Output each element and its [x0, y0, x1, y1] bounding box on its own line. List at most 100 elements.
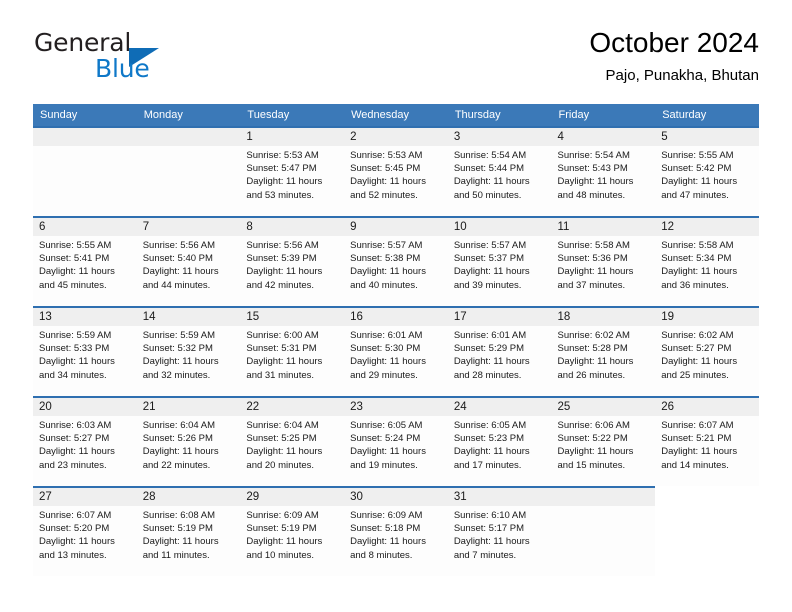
sunset-text: Sunset: 5:23 PM	[453, 433, 525, 445]
sunset-text: Sunset: 5:37 PM	[453, 253, 525, 265]
calendar-day-cell[interactable]: 10 Sunrise: 5:57 AM Sunset: 5:37 PM Dayligh…	[447, 216, 552, 306]
day-details: Sunrise: 5:53 AM Sunset: 5:45 PM Daylight:…	[344, 146, 448, 202]
calendar-day-cell[interactable]: 19 Sunrise: 6:02 AM Sunset: 5:27 PM Dayligh…	[655, 306, 759, 396]
day-details: Sunrise: 6:05 AM Sunset: 5:24 PM Daylight:…	[344, 416, 448, 472]
daylight-text: Daylight: 11 hours and 26 minutes.	[557, 356, 634, 381]
calendar-day-cell[interactable]: 3 Sunrise: 5:54 AM Sunset: 5:44 PM Daylight…	[447, 126, 552, 216]
calendar-day-cell[interactable]: 31 Sunrise: 6:10 AM Sunset: 5:17 PM Dayligh…	[447, 486, 552, 576]
calendar-day-cell[interactable]: 26 Sunrise: 6:07 AM Sunset: 5:21 PM Dayligh…	[655, 396, 759, 486]
day-details: Sunrise: 6:10 AM Sunset: 5:17 PM Daylight:…	[448, 506, 552, 562]
sunset-text: Sunset: 5:42 PM	[661, 163, 732, 175]
calendar-day-cell[interactable]: 24 Sunrise: 6:05 AM Sunset: 5:23 PM Dayligh…	[447, 396, 552, 486]
day-number-band	[551, 488, 656, 506]
day-number: 12	[661, 221, 675, 233]
day-details: Sunrise: 5:56 AM Sunset: 5:40 PM Daylight:…	[137, 236, 241, 292]
calendar-day-cell[interactable]: 28 Sunrise: 6:08 AM Sunset: 5:19 PM Dayligh…	[136, 486, 241, 576]
day-details: Sunrise: 6:09 AM Sunset: 5:18 PM Daylight:…	[344, 506, 448, 562]
day-number: 28	[142, 491, 156, 503]
sunrise-text: Sunrise: 6:09 AM	[350, 510, 423, 521]
daylight-text: Daylight: 11 hours and 44 minutes.	[142, 266, 219, 291]
calendar-day-cell[interactable]: 8 Sunrise: 5:56 AM Sunset: 5:39 PM Daylight…	[240, 216, 345, 306]
calendar-day-cell[interactable]: 5 Sunrise: 5:55 AM Sunset: 5:42 PM Daylight…	[655, 126, 759, 216]
day-number: 23	[350, 401, 363, 413]
calendar-week-row: 1 Sunrise: 5:53 AM Sunset: 5:47 PM Daylight…	[33, 126, 759, 216]
day-number: 16	[350, 311, 363, 323]
day-details: Sunrise: 5:58 AM Sunset: 5:36 PM Daylight:…	[552, 236, 656, 292]
day-number: 18	[557, 311, 571, 323]
calendar-day-cell[interactable]: 1 Sunrise: 5:53 AM Sunset: 5:47 PM Daylight…	[240, 126, 345, 216]
sunset-text: Sunset: 5:17 PM	[453, 523, 525, 535]
calendar-day-cell[interactable]: 15 Sunrise: 6:00 AM Sunset: 5:31 PM Dayligh…	[240, 306, 345, 396]
day-details: Sunrise: 6:09 AM Sunset: 5:19 PM Daylight:…	[240, 506, 344, 562]
day-number: 31	[453, 491, 467, 503]
sunrise-text: Sunrise: 6:01 AM	[350, 330, 423, 341]
sunrise-text: Sunrise: 6:04 AM	[142, 420, 216, 431]
calendar-empty-cell	[655, 486, 759, 576]
sunset-text: Sunset: 5:27 PM	[39, 433, 110, 445]
page-header: General Blue October 2024 Pajo, Punakha,…	[33, 27, 759, 100]
calendar-day-cell[interactable]: 12 Sunrise: 5:58 AM Sunset: 5:34 PM Dayligh…	[655, 216, 759, 306]
weekday-header-tuesday: Tuesday	[247, 109, 290, 121]
day-number: 20	[39, 401, 52, 413]
day-details: Sunrise: 6:02 AM Sunset: 5:28 PM Daylight:…	[552, 326, 656, 382]
daylight-text: Daylight: 11 hours and 19 minutes.	[350, 446, 426, 471]
sunset-text: Sunset: 5:30 PM	[350, 343, 421, 355]
calendar-grid: Sunday Monday Tuesday Wednesday Thursday…	[33, 104, 759, 576]
sunrise-text: Sunrise: 6:06 AM	[557, 420, 630, 431]
calendar-day-cell[interactable]: 29 Sunrise: 6:09 AM Sunset: 5:19 PM Dayligh…	[240, 486, 345, 576]
daylight-text: Daylight: 11 hours and 40 minutes.	[350, 266, 426, 291]
day-details: Sunrise: 6:05 AM Sunset: 5:23 PM Daylight:…	[448, 416, 552, 472]
sunset-text: Sunset: 5:19 PM	[246, 523, 317, 535]
calendar-day-cell[interactable]: 21 Sunrise: 6:04 AM Sunset: 5:26 PM Dayligh…	[136, 396, 241, 486]
day-number: 30	[350, 491, 363, 503]
sunrise-text: Sunrise: 5:56 AM	[246, 240, 319, 251]
day-details: Sunrise: 6:00 AM Sunset: 5:31 PM Daylight:…	[240, 326, 344, 382]
calendar-day-cell[interactable]: 20 Sunrise: 6:03 AM Sunset: 5:27 PM Dayligh…	[33, 396, 137, 486]
day-details: Sunrise: 5:57 AM Sunset: 5:37 PM Daylight:…	[448, 236, 552, 292]
day-details: Sunrise: 6:01 AM Sunset: 5:29 PM Daylight:…	[448, 326, 552, 382]
sunset-text: Sunset: 5:29 PM	[453, 343, 525, 355]
sunrise-text: Sunrise: 5:59 AM	[39, 330, 112, 341]
daylight-text: Daylight: 11 hours and 15 minutes.	[557, 446, 634, 471]
daylight-text: Daylight: 11 hours and 11 minutes.	[142, 536, 219, 561]
day-number: 26	[661, 401, 675, 413]
calendar-day-cell[interactable]: 9 Sunrise: 5:57 AM Sunset: 5:38 PM Daylight…	[344, 216, 448, 306]
calendar-day-cell[interactable]: 16 Sunrise: 6:01 AM Sunset: 5:30 PM Dayligh…	[344, 306, 448, 396]
calendar-day-cell[interactable]: 23 Sunrise: 6:05 AM Sunset: 5:24 PM Dayligh…	[344, 396, 448, 486]
calendar-day-cell[interactable]: 22 Sunrise: 6:04 AM Sunset: 5:25 PM Dayligh…	[240, 396, 345, 486]
generalblue-logo[interactable]: General Blue	[33, 28, 293, 88]
sunrise-text: Sunrise: 6:03 AM	[39, 420, 112, 431]
sunset-text: Sunset: 5:32 PM	[142, 343, 213, 355]
day-details: Sunrise: 5:55 AM Sunset: 5:42 PM Daylight:…	[655, 146, 759, 202]
calendar-day-cell[interactable]: 11 Sunrise: 5:58 AM Sunset: 5:36 PM Dayligh…	[551, 216, 656, 306]
calendar-day-cell[interactable]: 6 Sunrise: 5:55 AM Sunset: 5:41 PM Daylight…	[33, 216, 137, 306]
calendar-day-cell[interactable]: 17 Sunrise: 6:01 AM Sunset: 5:29 PM Dayligh…	[447, 306, 552, 396]
calendar-empty-cell	[33, 126, 137, 216]
calendar-day-cell[interactable]: 25 Sunrise: 6:06 AM Sunset: 5:22 PM Dayligh…	[551, 396, 656, 486]
calendar-day-cell[interactable]: 2 Sunrise: 5:53 AM Sunset: 5:45 PM Daylight…	[344, 126, 448, 216]
sunset-text: Sunset: 5:19 PM	[142, 523, 213, 535]
calendar-day-cell[interactable]: 4 Sunrise: 5:54 AM Sunset: 5:43 PM Daylight…	[551, 126, 656, 216]
calendar-day-cell[interactable]: 14 Sunrise: 5:59 AM Sunset: 5:32 PM Dayligh…	[136, 306, 241, 396]
day-number: 10	[453, 221, 467, 233]
daylight-text: Daylight: 11 hours and 25 minutes.	[661, 356, 738, 381]
sunrise-text: Sunrise: 5:59 AM	[142, 330, 216, 341]
calendar-day-cell[interactable]: 7 Sunrise: 5:56 AM Sunset: 5:40 PM Daylight…	[136, 216, 241, 306]
day-details: Sunrise: 6:03 AM Sunset: 5:27 PM Daylight:…	[33, 416, 137, 472]
day-number: 27	[39, 491, 52, 503]
sunset-text: Sunset: 5:41 PM	[39, 253, 110, 265]
day-number: 19	[661, 311, 675, 323]
daylight-text: Daylight: 11 hours and 48 minutes.	[557, 176, 634, 201]
weekday-header-saturday: Saturday	[662, 109, 707, 121]
calendar-day-cell[interactable]: 18 Sunrise: 6:02 AM Sunset: 5:28 PM Dayligh…	[551, 306, 656, 396]
daylight-text: Daylight: 11 hours and 7 minutes.	[453, 536, 530, 561]
sunrise-text: Sunrise: 5:55 AM	[661, 150, 734, 161]
daylight-text: Daylight: 11 hours and 23 minutes.	[39, 446, 115, 471]
sunset-text: Sunset: 5:20 PM	[39, 523, 110, 535]
calendar-day-cell[interactable]: 13 Sunrise: 5:59 AM Sunset: 5:33 PM Dayligh…	[33, 306, 137, 396]
calendar-day-cell[interactable]: 30 Sunrise: 6:09 AM Sunset: 5:18 PM Dayligh…	[344, 486, 448, 576]
calendar-day-cell[interactable]: 27 Sunrise: 6:07 AM Sunset: 5:20 PM Dayligh…	[33, 486, 137, 576]
sunrise-text: Sunrise: 6:01 AM	[453, 330, 527, 341]
calendar-week-row: 20 Sunrise: 6:03 AM Sunset: 5:27 PM Dayligh…	[33, 396, 759, 486]
daylight-text: Daylight: 11 hours and 42 minutes.	[246, 266, 323, 291]
